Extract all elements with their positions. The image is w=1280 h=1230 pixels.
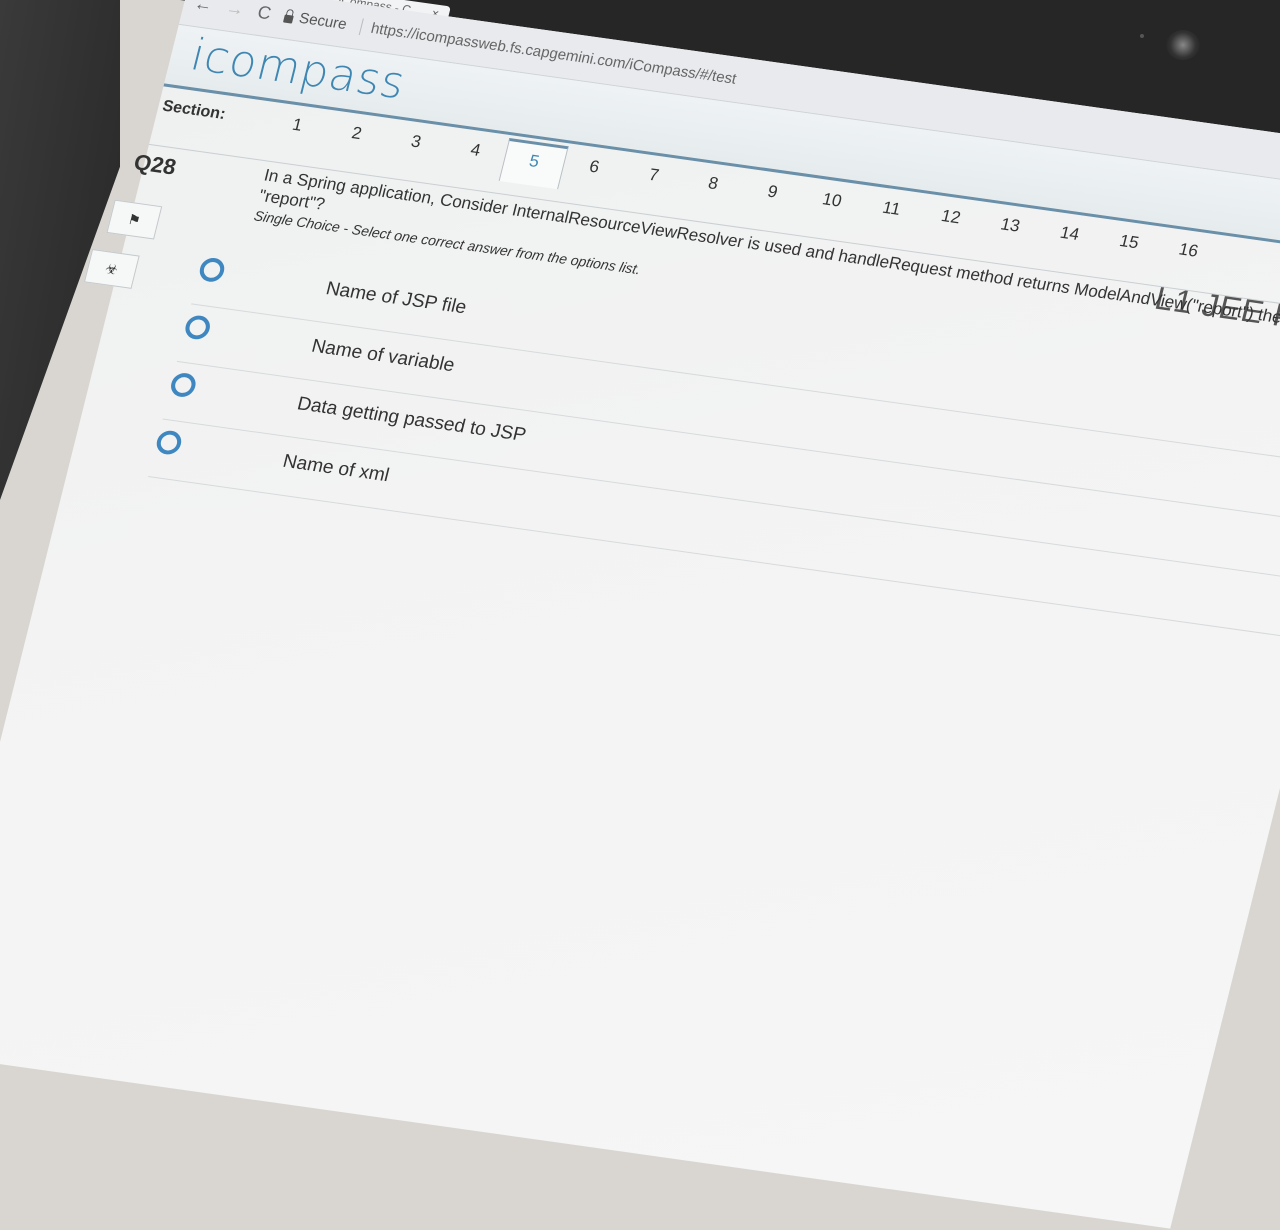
reload-icon[interactable]: C [255, 2, 273, 24]
section-tab-15[interactable]: 15 [1093, 221, 1163, 272]
section-tab-8[interactable]: 8 [677, 163, 747, 214]
section-tab-4[interactable]: 4 [439, 130, 509, 181]
section-tab-1[interactable]: 1 [261, 105, 331, 156]
section-tab-3[interactable]: 3 [380, 121, 450, 172]
answer-option-label: Name of variable [309, 335, 457, 377]
section-tab-7[interactable]: 7 [617, 155, 687, 206]
section-tab-14[interactable]: 14 [1033, 213, 1103, 264]
secure-label: Secure [297, 9, 349, 34]
webcam [1166, 30, 1200, 60]
section-tab-6[interactable]: 6 [558, 146, 628, 197]
answer-option-label: Name of JSP file [323, 278, 469, 319]
section-label: Section: [160, 97, 228, 124]
lock-icon [283, 14, 294, 24]
secure-indicator[interactable]: Secure [282, 8, 349, 34]
answer-option-label: Name of xml [280, 450, 392, 487]
back-arrow-icon[interactable]: ← [192, 0, 215, 16]
report-bug-button[interactable]: ☣ [83, 249, 140, 289]
bug-icon: ☣ [103, 259, 121, 278]
radio-button[interactable] [197, 256, 227, 284]
flag-icon: ⚑ [126, 210, 143, 228]
section-tab-10[interactable]: 10 [796, 180, 866, 231]
radio-button[interactable] [182, 314, 213, 341]
radio-button[interactable] [154, 429, 184, 456]
section-tab-16[interactable]: 16 [1152, 230, 1222, 281]
section-tab-12[interactable]: 12 [915, 196, 985, 247]
section-tab-11[interactable]: 11 [855, 188, 925, 239]
sensor-dot [1140, 34, 1144, 38]
flag-button[interactable]: ⚑ [106, 199, 163, 240]
screen: iCompass - C × ← → C Secure https://icom… [0, 0, 1280, 1229]
section-tab-13[interactable]: 13 [974, 205, 1044, 256]
forward-arrow-icon[interactable]: → [224, 0, 247, 21]
question-number: Q28 [131, 149, 179, 180]
section-tab-9[interactable]: 9 [736, 171, 806, 222]
section-tab-5[interactable]: 5 [498, 137, 569, 190]
radio-button[interactable] [168, 371, 199, 399]
section-tab-2[interactable]: 2 [320, 113, 390, 164]
